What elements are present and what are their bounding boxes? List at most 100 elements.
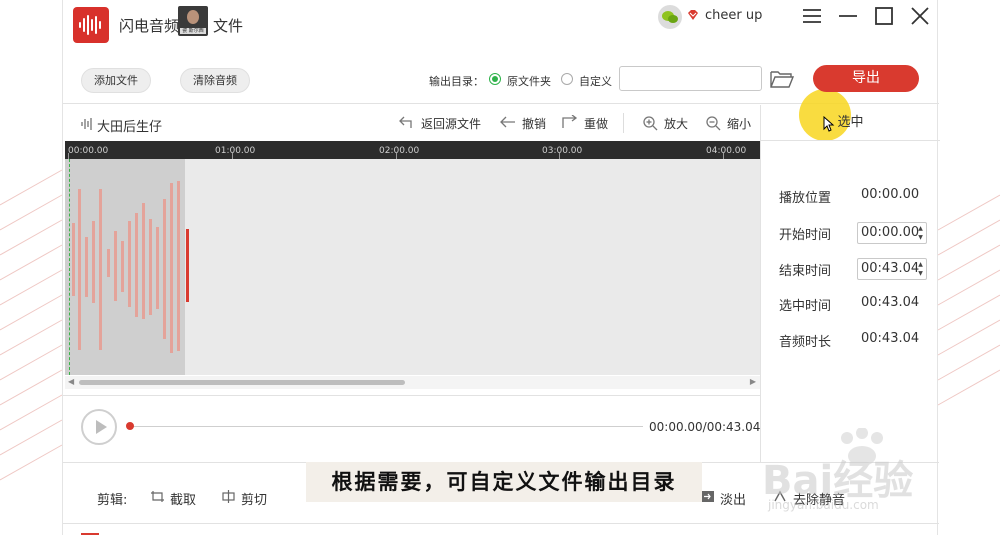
waveform-bar [177,181,180,351]
waveform-area[interactable] [65,159,760,375]
minimize-icon[interactable] [837,5,859,27]
undo-icon [500,116,515,128]
panel-title: 选中 [761,105,940,141]
zoom-in-label: 放大 [664,117,689,131]
time-readout: 00:00.00/00:43.04 [649,420,761,434]
redo-icon [562,115,578,128]
wechat-icon[interactable] [658,5,682,29]
scrollbar-thumb[interactable] [79,380,405,385]
progress-track[interactable] [129,426,643,427]
cut-button[interactable]: 剪切 [222,489,268,508]
username[interactable]: cheer up [705,8,762,23]
maximize-icon[interactable] [873,5,895,27]
fade-out-label: 淡出 [720,493,747,508]
clear-audio-button[interactable]: 清除音频 [180,68,250,93]
watermark-url: jingyan.baidu.com [768,498,879,512]
waveform-bar [121,241,124,292]
selected-time-value: 00:43.04 [861,295,920,310]
waveform-bar [156,227,159,309]
track-name: 大田后生仔 [97,120,163,135]
spinner-arrows-icon[interactable]: ▲ ▼ [916,260,925,278]
start-time-label: 开始时间 [779,228,832,243]
editor-header: 大田后生仔 返回源文件 撤销 重做 放大 缩小 [63,105,760,141]
waveform-bar [163,199,166,339]
ruler-tick-label: 04:00.00 [706,146,747,156]
vip-diamond-icon [688,10,698,20]
bottom-strip [63,523,939,535]
baidu-watermark: Bai经验 jingyan.baidu.com [762,428,992,518]
revert-source-button[interactable]: 返回源文件 [399,115,482,132]
scroll-left-icon[interactable]: ◀ [68,377,74,386]
crop-label: 截取 [170,493,197,508]
play-position-value: 00:00.00 [861,187,920,202]
radio-custom-folder[interactable] [561,73,573,85]
waveform-bar [135,213,138,317]
zoom-out-icon [706,116,721,131]
output-path-input[interactable] [619,66,762,91]
cut-label: 剪切 [241,493,268,508]
start-time-field[interactable]: 00:00.00 ▲ ▼ [857,222,927,244]
radio-source-label[interactable]: 原文件夹 [507,73,551,89]
fade-out-icon [701,491,714,502]
timeline-scrollbar[interactable]: ◀ ▶ [65,376,760,389]
progress-handle[interactable] [126,422,134,430]
selection-panel: 选中 播放位置 00:00.00 开始时间 00:00.00 ▲ ▼ 结束时间 0… [760,105,940,463]
end-time-label: 结束时间 [779,264,832,279]
menu-icon[interactable] [801,5,823,27]
spinner-arrows-icon[interactable]: ▲ ▼ [916,224,925,242]
revert-icon [399,116,412,128]
end-time-field[interactable]: 00:43.04 ▲ ▼ [857,258,927,280]
fade-out-button[interactable]: 淡出 [701,489,747,508]
waveform-bar [72,223,75,296]
waveform-bar [85,237,88,297]
open-folder-icon[interactable] [770,69,794,89]
start-time-value: 00:00.00 [861,225,920,240]
selected-time-label: 选中时间 [779,299,832,314]
video-caption: 根据需要，可自定义文件输出目录 [306,462,702,502]
redo-button[interactable]: 重做 [562,115,609,132]
toolbar-divider [623,113,624,133]
zoom-in-button[interactable]: 放大 [643,115,689,132]
export-button[interactable]: 导出 [813,65,919,92]
waveform-bar [149,219,152,315]
waveform-bar [99,189,102,350]
playhead-marker[interactable] [186,229,189,302]
waveform-bar [170,183,173,353]
play-position-label: 播放位置 [779,191,832,206]
undo-button[interactable]: 撤销 [500,115,547,132]
zoom-in-icon [643,116,658,131]
ruler-tick-label: 01:00.00 [215,146,256,156]
undo-label: 撤销 [522,117,547,131]
radio-custom-label[interactable]: 自定义 [579,73,612,89]
waveform-bar [142,203,145,319]
revert-label: 返回源文件 [421,117,482,131]
waveform-selection[interactable] [65,159,185,375]
waveform-bar [78,189,81,350]
thumbnail-caption: 瓷 斯尔西 [180,28,206,34]
crop-button[interactable]: 截取 [151,489,197,508]
app-logo [73,7,109,43]
audio-track-icon [81,118,92,130]
scroll-right-icon[interactable]: ▶ [750,377,756,386]
redo-label: 重做 [584,117,609,131]
zoom-out-button[interactable]: 缩小 [706,115,752,132]
streamer-thumbnail: 瓷 斯尔西 [178,6,208,36]
duration-label: 音频时长 [779,335,832,350]
output-dir-label: 输出目录： [429,75,484,88]
timeline-ruler[interactable]: 00:00.00 01:00.00 02:00.00 03:00.00 04:0… [65,141,760,159]
ruler-tick-label: 03:00.00 [542,146,583,156]
play-button[interactable] [81,409,117,445]
ruler-tick-label: 02:00.00 [379,146,420,156]
add-file-button[interactable]: 添加文件 [81,68,151,93]
title-bar: 闪电音频 文件 瓷 斯尔西 cheer up [63,0,939,50]
cut-icon [222,490,235,503]
waveform-logo-icon [79,15,101,35]
edit-label: 剪辑: [97,493,128,508]
close-icon[interactable] [909,5,931,27]
file-toolbar: 添加文件 清除音频 输出目录： 原文件夹 自定义 导出 [63,52,939,141]
player-bar: 00:00.00/00:43.04 [63,395,760,460]
zoom-out-label: 缩小 [727,117,752,131]
radio-source-folder[interactable] [489,73,501,85]
selection-start-marker[interactable] [69,159,70,375]
waveform-bar [114,231,117,301]
